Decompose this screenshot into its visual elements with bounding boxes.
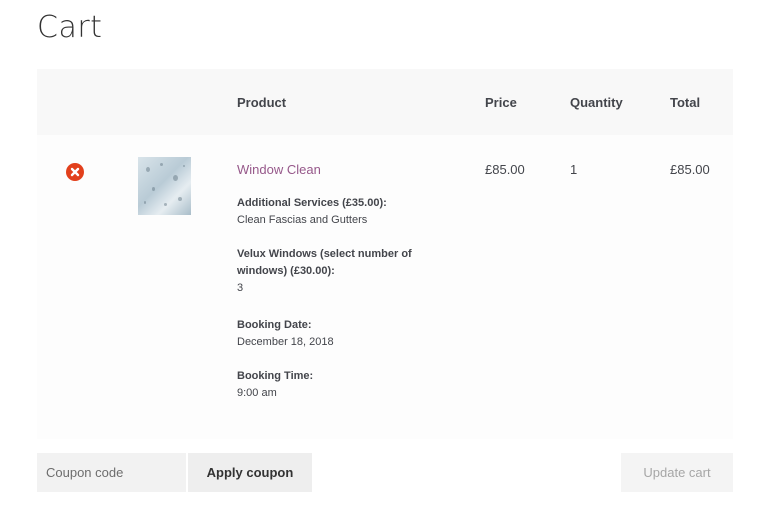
page-title: Cart xyxy=(37,10,103,45)
item-total: £85.00 xyxy=(670,162,710,177)
column-header-product: Product xyxy=(237,95,287,110)
meta-value: December 18, 2018 xyxy=(237,336,334,348)
cart-table-header: Product Price Quantity Total xyxy=(37,69,733,135)
remove-item-icon[interactable] xyxy=(66,163,84,181)
meta-value: 9:00 am xyxy=(237,387,277,399)
meta-key: Booking Time: xyxy=(237,370,314,382)
product-thumbnail[interactable] xyxy=(138,157,191,215)
cart-item-row: Window Clean Additional Services (£35.00… xyxy=(37,135,733,439)
meta-key: Additional Services (£35.00): xyxy=(237,197,387,209)
meta-key: Booking Date: xyxy=(237,319,312,331)
product-name-link[interactable]: Window Clean xyxy=(237,162,321,177)
meta-velux-windows: Velux Windows (select number of windows)… xyxy=(237,246,427,297)
meta-booking-date: Booking Date: December 18, 2018 xyxy=(237,317,417,351)
meta-additional-services: Additional Services (£35.00): Clean Fasc… xyxy=(237,195,417,229)
cart-page: Cart Product Price Quantity Total Window… xyxy=(0,0,770,518)
meta-value: Clean Fascias and Gutters xyxy=(237,214,368,226)
column-header-total: Total xyxy=(670,95,701,110)
meta-value: 3 xyxy=(237,282,244,294)
column-header-price: Price xyxy=(485,95,517,110)
item-price: £85.00 xyxy=(485,162,525,177)
item-quantity[interactable]: 1 xyxy=(570,162,577,177)
apply-coupon-button[interactable]: Apply coupon xyxy=(188,453,312,492)
coupon-code-input[interactable] xyxy=(37,453,186,492)
update-cart-button[interactable]: Update cart xyxy=(621,453,733,492)
meta-key: Velux Windows (select number of windows)… xyxy=(237,248,412,277)
column-header-quantity: Quantity xyxy=(570,95,623,110)
meta-booking-time: Booking Time: 9:00 am xyxy=(237,368,417,402)
